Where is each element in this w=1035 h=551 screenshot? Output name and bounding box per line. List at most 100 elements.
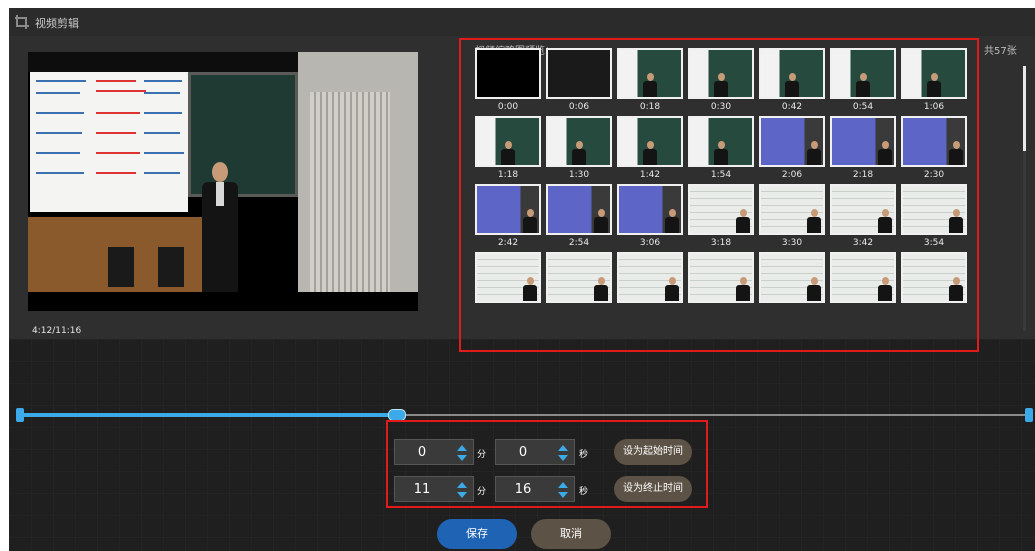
thumbnail-item[interactable] bbox=[475, 48, 541, 99]
thumbnail-time-label: 1:06 bbox=[923, 102, 945, 112]
thumbnail-time-label: 1:42 bbox=[639, 170, 661, 180]
thumbnail-time-label: 0:18 bbox=[639, 102, 661, 112]
start-minutes-up-icon[interactable] bbox=[457, 444, 467, 452]
start-minutes-field[interactable]: 0 bbox=[394, 439, 474, 465]
set-end-time-button[interactable]: 设为终止时间 bbox=[614, 476, 692, 502]
thumbnail-item[interactable] bbox=[830, 48, 896, 99]
thumbnail-item[interactable] bbox=[688, 184, 754, 235]
thumbnail-item[interactable] bbox=[688, 48, 754, 99]
thumbnail-time-label: 3:06 bbox=[639, 238, 661, 248]
thumbnail-lecturer bbox=[807, 277, 821, 301]
thumbnail-time-label: 0:30 bbox=[710, 102, 732, 112]
window-title: 视频剪辑 bbox=[35, 17, 79, 30]
thumbnail-time-label: 2:42 bbox=[497, 238, 519, 248]
timeline-playhead[interactable] bbox=[387, 409, 406, 421]
thumbnail-time-label: 2:18 bbox=[852, 170, 874, 180]
thumbnail-lecturer bbox=[807, 141, 821, 165]
thumbnail-lecturer bbox=[878, 209, 892, 233]
end-seconds-field[interactable]: 16 bbox=[495, 476, 575, 502]
thumbnail-lecturer bbox=[949, 209, 963, 233]
thumbnail-time-label: 2:54 bbox=[568, 238, 590, 248]
thumbnail-item[interactable] bbox=[759, 48, 825, 99]
end-minutes-value: 11 bbox=[413, 482, 431, 497]
video-frame-lecturer bbox=[200, 162, 240, 292]
thumbnail-item[interactable] bbox=[546, 252, 612, 303]
thumbnail-item[interactable] bbox=[475, 116, 541, 167]
thumbnail-time-label: 0:54 bbox=[852, 102, 874, 112]
thumbnail-item[interactable] bbox=[617, 252, 683, 303]
thumbnail-item[interactable] bbox=[546, 48, 612, 99]
thumbnail-item[interactable] bbox=[759, 252, 825, 303]
thumbnail-item[interactable] bbox=[901, 48, 967, 99]
thumbnail-item[interactable] bbox=[617, 184, 683, 235]
thumbnail-time-label: 1:18 bbox=[497, 170, 519, 180]
thumbnail-time-label: 3:54 bbox=[923, 238, 945, 248]
playback-time: 4:12/11:16 bbox=[32, 326, 82, 336]
thumbnail-item[interactable] bbox=[901, 184, 967, 235]
edit-panel: 0 分 0 秒 设为起始时间 11 分 16 秒 设为终止时间 保存 取消 bbox=[9, 339, 1035, 551]
thumbnail-time-label: 3:42 bbox=[852, 238, 874, 248]
title-bar: 视频剪辑 bbox=[9, 8, 1035, 36]
thumbnail-lecturer bbox=[665, 277, 679, 301]
end-minutes-down-icon[interactable] bbox=[457, 491, 467, 499]
end-seconds-down-icon[interactable] bbox=[558, 491, 568, 499]
thumbnail-lecturer bbox=[949, 277, 963, 301]
start-seconds-up-icon[interactable] bbox=[558, 444, 568, 452]
thumbnail-lecturer bbox=[523, 209, 537, 233]
thumbnail-lecturer bbox=[949, 141, 963, 165]
thumbnail-lecturer bbox=[736, 209, 750, 233]
thumbnail-time-label: 2:06 bbox=[781, 170, 803, 180]
thumbnail-item[interactable] bbox=[617, 116, 683, 167]
start-seconds-down-icon[interactable] bbox=[558, 454, 568, 462]
thumbnail-lecturer bbox=[878, 141, 892, 165]
thumbnail-item[interactable] bbox=[830, 184, 896, 235]
cancel-button[interactable]: 取消 bbox=[531, 519, 611, 549]
end-second-unit: 秒 bbox=[579, 487, 589, 497]
set-start-time-button[interactable]: 设为起始时间 bbox=[614, 439, 692, 465]
thumbnail-item[interactable] bbox=[475, 184, 541, 235]
thumbnail-scrollbar[interactable] bbox=[1023, 66, 1026, 331]
thumbnail-lecturer bbox=[736, 277, 750, 301]
thumbnail-item[interactable] bbox=[830, 116, 896, 167]
thumbnail-lecturer bbox=[643, 73, 657, 97]
end-seconds-up-icon[interactable] bbox=[558, 481, 568, 489]
end-minutes-field[interactable]: 11 bbox=[394, 476, 474, 502]
thumbnail-lecturer bbox=[807, 209, 821, 233]
thumbnail-lecturer bbox=[714, 73, 728, 97]
thumbnail-item[interactable] bbox=[546, 116, 612, 167]
thumbnail-item[interactable] bbox=[617, 48, 683, 99]
thumbnail-time-label: 1:54 bbox=[710, 170, 732, 180]
thumbnail-item[interactable] bbox=[901, 252, 967, 303]
thumbnail-time-label: 3:30 bbox=[781, 238, 803, 248]
start-seconds-field[interactable]: 0 bbox=[495, 439, 575, 465]
timeline-end-handle[interactable] bbox=[1025, 408, 1033, 422]
end-minutes-up-icon[interactable] bbox=[457, 481, 467, 489]
thumbnail-lecturer bbox=[665, 209, 679, 233]
thumbnail-lecturer bbox=[572, 141, 586, 165]
thumbnail-grid: 0:00 0:06 0:18 0:30 0:42 0:54 1:06 1:18 1:30 1:42… bbox=[475, 48, 983, 324]
timeline-start-handle[interactable] bbox=[16, 408, 24, 422]
scrollbar-thumb[interactable] bbox=[1023, 66, 1026, 151]
thumbnail-image bbox=[548, 50, 610, 97]
start-minute-unit: 分 bbox=[477, 450, 487, 460]
start-minutes-down-icon[interactable] bbox=[457, 454, 467, 462]
thumbnail-item[interactable] bbox=[475, 252, 541, 303]
thumbnail-item[interactable] bbox=[759, 184, 825, 235]
thumbnail-item[interactable] bbox=[688, 252, 754, 303]
video-frame-slide bbox=[30, 72, 188, 212]
thumbnail-item[interactable] bbox=[830, 252, 896, 303]
thumbnail-lecturer bbox=[523, 277, 537, 301]
thumbnail-item[interactable] bbox=[901, 116, 967, 167]
thumbnail-lecturer bbox=[714, 141, 728, 165]
thumbnail-item[interactable] bbox=[546, 184, 612, 235]
thumbnail-time-label: 3:18 bbox=[710, 238, 732, 248]
end-seconds-value: 16 bbox=[514, 482, 532, 497]
thumbnail-item[interactable] bbox=[688, 116, 754, 167]
thumbnail-item[interactable] bbox=[759, 116, 825, 167]
end-minute-unit: 分 bbox=[477, 487, 487, 497]
thumbnail-lecturer bbox=[856, 73, 870, 97]
thumbnail-time-label: 0:06 bbox=[568, 102, 590, 112]
video-player[interactable] bbox=[28, 52, 418, 311]
thumbnail-lecturer bbox=[594, 209, 608, 233]
save-button[interactable]: 保存 bbox=[437, 519, 517, 549]
